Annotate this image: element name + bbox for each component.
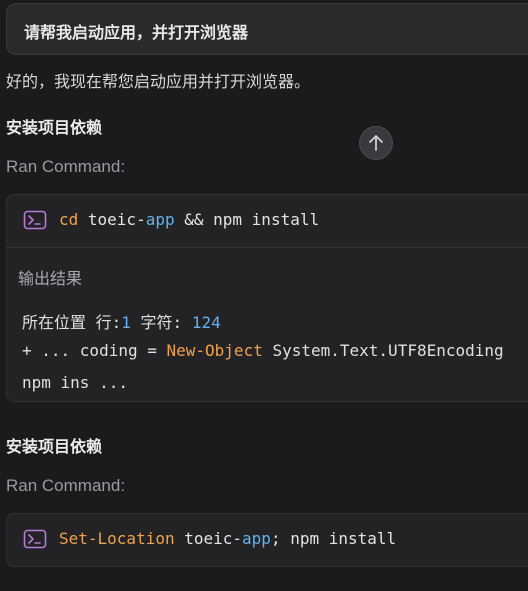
command-row-1[interactable]: cd toeic-app && npm install xyxy=(7,195,528,247)
command-part-highlight: app xyxy=(242,529,271,548)
command-card-1: cd toeic-app && npm install 输出结果 所在位置 行:… xyxy=(6,194,528,402)
terminal-icon xyxy=(23,529,47,549)
command-part: ; npm install xyxy=(270,529,397,548)
output-keyword: New-Object xyxy=(166,341,263,360)
output-label: 输出结果 xyxy=(18,269,83,288)
step-heading-2: 安装项目依赖 xyxy=(6,437,103,456)
command-row-2[interactable]: Set-Location toeic-app; npm install xyxy=(7,514,528,566)
command-part: toeic- xyxy=(78,210,146,229)
output-line-1: 所在位置 行:1 字符: 124 xyxy=(22,309,221,333)
output-line-2: + ... coding = New-Object System.Text.UT… xyxy=(22,341,504,360)
command-part-highlight: app xyxy=(145,210,175,229)
arrow-up-icon xyxy=(369,135,383,151)
output-text: 字符: xyxy=(130,313,192,332)
scroll-to-top-button[interactable] xyxy=(359,126,393,160)
output-text: 所在位置 行: xyxy=(22,313,122,332)
card-divider xyxy=(7,247,528,248)
command-keyword: cd xyxy=(59,210,79,229)
command-text-2: Set-Location toeic-app; npm install xyxy=(59,529,396,548)
terminal-icon xyxy=(23,210,47,230)
user-message-text: 请帮我启动应用，并打开浏览器 xyxy=(24,23,249,42)
output-text: System.Text.UTF8Encoding xyxy=(262,341,504,360)
command-part: && npm install xyxy=(174,210,320,229)
ran-command-label-2: Ran Command: xyxy=(6,476,126,495)
ran-command-label-1: Ran Command: xyxy=(6,157,126,176)
step-heading-1: 安装项目依赖 xyxy=(6,118,103,137)
output-line-3: npm ins ... xyxy=(22,373,128,392)
assistant-reply: 好的，我现在帮您启动应用并打开浏览器。 xyxy=(6,72,311,91)
output-text: + ... coding = xyxy=(22,341,167,360)
command-text-1: cd toeic-app && npm install xyxy=(59,210,319,229)
output-row-number: 1 xyxy=(121,313,131,332)
user-message-bubble: 请帮我启动应用，并打开浏览器 xyxy=(6,3,528,55)
command-part: toeic- xyxy=(174,529,243,548)
command-card-2: Set-Location toeic-app; npm install xyxy=(6,513,528,567)
output-col-number: 124 xyxy=(191,313,221,332)
command-keyword: Set-Location xyxy=(59,529,175,548)
